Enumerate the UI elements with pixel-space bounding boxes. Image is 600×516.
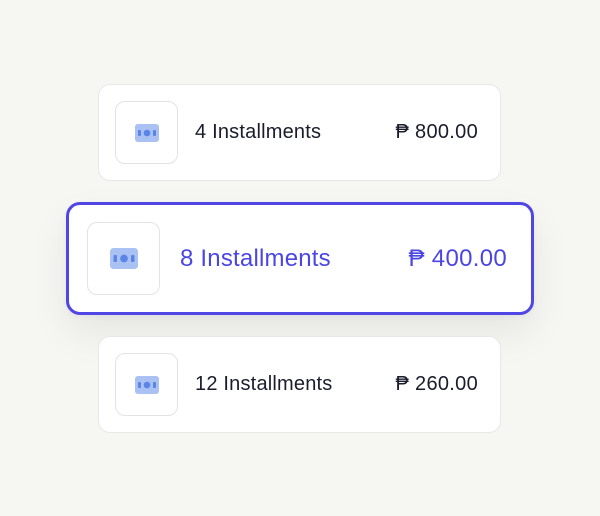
cash-icon <box>109 248 138 269</box>
cash-icon-box <box>115 353 178 416</box>
installment-amount: ₱ 260.00 <box>395 373 478 395</box>
cash-icon-box <box>115 101 178 164</box>
installment-amount: ₱ 400.00 <box>408 244 507 272</box>
cash-icon <box>134 123 159 142</box>
cash-icon-box <box>87 222 160 295</box>
installment-option-4[interactable]: 4 Installments ₱ 800.00 <box>98 84 501 181</box>
installment-option-8[interactable]: 8 Installments ₱ 400.00 <box>66 202 534 315</box>
installment-label: 4 Installments <box>195 121 322 143</box>
cash-icon <box>134 375 159 394</box>
installment-amount: ₱ 800.00 <box>395 121 478 143</box>
installment-option-12[interactable]: 12 Installments ₱ 260.00 <box>98 336 501 433</box>
installment-label: 12 Installments <box>195 373 333 395</box>
installment-label: 8 Installments <box>180 244 331 272</box>
